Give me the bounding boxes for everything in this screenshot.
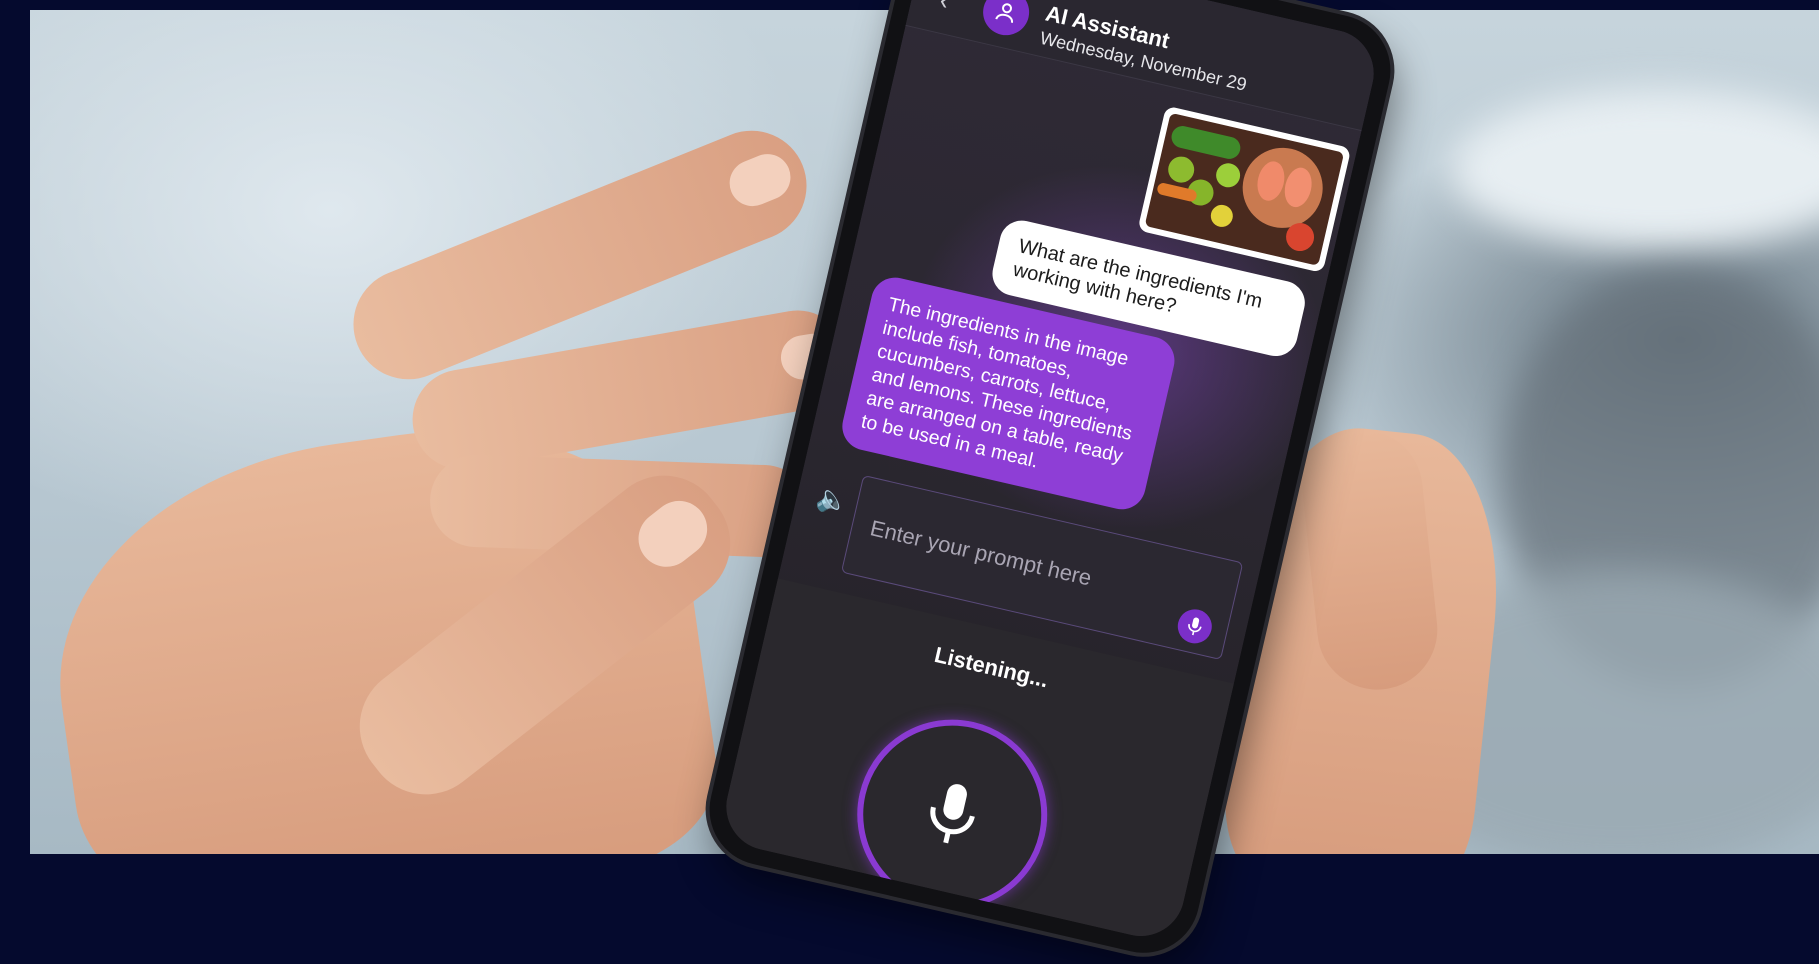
background-blur <box>1450 90 1819 250</box>
image-message[interactable] <box>1137 105 1352 274</box>
speaker-icon[interactable]: 🔈 <box>814 482 852 519</box>
listening-status: Listening... <box>932 641 1051 693</box>
chat-header: ‹ AI Assistant Wednesday, November 29 <box>905 0 1383 132</box>
avatar <box>978 0 1034 40</box>
user-icon <box>995 3 1014 23</box>
back-arrow-icon[interactable]: ‹ <box>937 0 952 17</box>
ingredients-photo <box>1144 112 1345 266</box>
microphone-icon <box>930 784 975 844</box>
microphone-icon <box>1188 617 1202 636</box>
mic-button[interactable] <box>838 700 1067 929</box>
